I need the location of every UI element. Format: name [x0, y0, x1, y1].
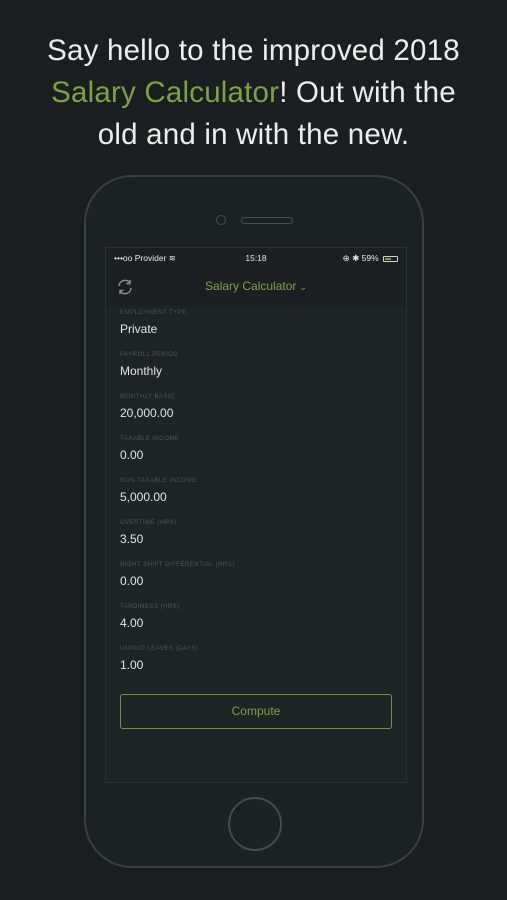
headline-line-1: Say hello to the improved 2018 [47, 34, 460, 67]
monthly-basic-field[interactable]: Monthly Basic 20,000.00 [120, 394, 392, 436]
headline-accent: Salary Calculator [51, 76, 280, 109]
speaker-grille [241, 217, 293, 224]
night-shift-field[interactable]: Night Shift Differential (Hrs) 0.00 [120, 562, 392, 604]
nav-title-text: Salary Calculator [205, 279, 297, 293]
app-screen: •••oo Provider ≋ 15:18 ⊕ ✱ 59% Salary Ca… [105, 247, 407, 783]
status-bar: •••oo Provider ≋ 15:18 ⊕ ✱ 59% [106, 248, 406, 268]
promo-headline: Say hello to the improved 2018 Salary Ca… [0, 30, 507, 156]
location-bluetooth-icons: ⊕ ✱ [342, 253, 360, 263]
camera-icon [216, 215, 226, 225]
field-value: 5,000.00 [120, 490, 167, 504]
calculator-selector[interactable]: Salary Calculator ⌄ [106, 279, 406, 293]
field-label: Monthly Basic [120, 394, 175, 400]
field-label: Taxable Income [120, 436, 180, 442]
field-value: Private [120, 322, 158, 336]
battery-icon [383, 255, 398, 262]
battery-fill [385, 257, 392, 260]
tardiness-field[interactable]: Tardiness (Hrs) 4.00 [120, 604, 392, 646]
field-label: Tardiness (Hrs) [120, 604, 180, 610]
headline-line-3: old and in with the new. [97, 118, 410, 151]
field-label: Overtime (Hrs) [120, 520, 177, 526]
calculator-form: Employment Type Private Payroll Period M… [120, 310, 392, 688]
field-value: 4.00 [120, 616, 144, 630]
nav-bar: Salary Calculator ⌄ [106, 268, 406, 306]
home-button[interactable] [228, 797, 282, 851]
field-label: Payroll Period [120, 352, 179, 358]
field-value: 0.00 [120, 448, 144, 462]
field-value: Monthly [120, 364, 163, 378]
field-value: 0.00 [120, 574, 144, 588]
battery-percent: 59% [361, 253, 379, 263]
non-taxable-income-field[interactable]: Non-Taxable Income 5,000.00 [120, 478, 392, 520]
field-value: 20,000.00 [120, 406, 174, 420]
payroll-period-field[interactable]: Payroll Period Monthly [120, 352, 392, 394]
field-label: Employment Type [120, 310, 187, 316]
headline-line-2: ! Out with the [279, 76, 456, 109]
compute-button[interactable]: Compute [120, 694, 392, 729]
chevron-down-icon: ⌄ [299, 282, 307, 292]
status-right: ⊕ ✱ 59% [343, 253, 398, 264]
field-value: 1.00 [120, 658, 144, 672]
employment-type-field[interactable]: Employment Type Private [120, 310, 392, 352]
overtime-field[interactable]: Overtime (Hrs) 3.50 [120, 520, 392, 562]
field-value: 3.50 [120, 532, 144, 546]
unpaid-leaves-field[interactable]: Unpaid Leaves (Days) 1.00 [120, 646, 392, 688]
field-label: Non-Taxable Income [120, 478, 197, 484]
field-label: Night Shift Differential (Hrs) [120, 562, 235, 568]
phone-frame: •••oo Provider ≋ 15:18 ⊕ ✱ 59% Salary Ca… [84, 175, 424, 868]
field-label: Unpaid Leaves (Days) [120, 646, 199, 652]
taxable-income-field[interactable]: Taxable Income 0.00 [120, 436, 392, 478]
